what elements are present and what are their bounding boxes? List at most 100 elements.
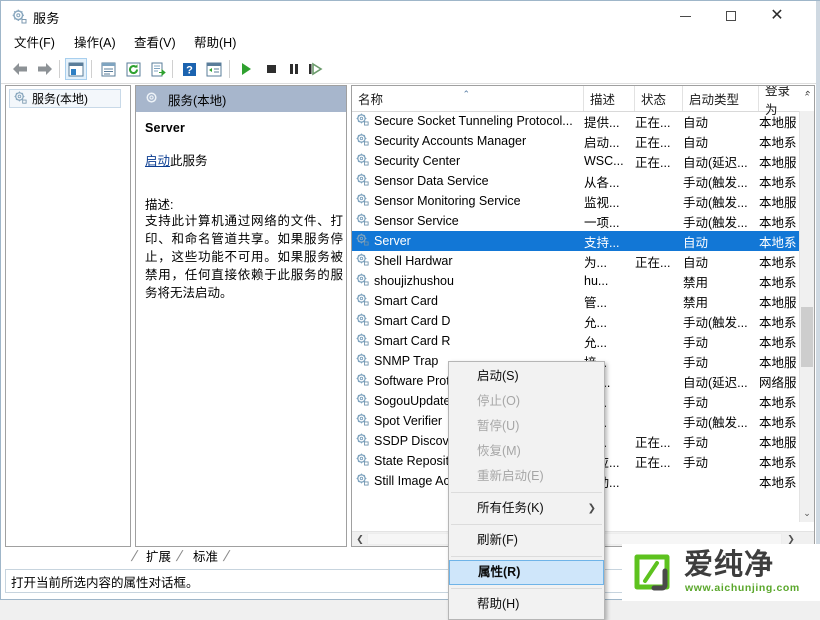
column-description[interactable]: 描述 [584,86,635,111]
services-gear-icon [356,173,369,189]
cell-service-name: Smart Card R [356,331,580,351]
table-row-selected[interactable]: Server 支持... 自动 本地系 [352,231,800,251]
ctx-pause: 暂停(U) [449,414,604,439]
table-row[interactable]: Sensor Monitoring Service 监视... 手动(触发... 本地… [352,191,800,211]
ctx-start-label: 启动(S) [477,369,519,383]
table-row[interactable]: Security Accounts Manager 启动... 正在... 自动 本地系 [352,131,800,151]
log-on-as-label: 本地系 [759,275,797,290]
table-row[interactable]: shoujizhushou hu... 禁用 本地系 [352,271,800,291]
pause-service-icon[interactable] [282,58,304,80]
service-detail-pane: 服务(本地) Server 启动此服务 描述: 支持此计算机通过网络的文件、打印… [135,85,347,547]
help-icon[interactable]: ? [178,58,200,80]
aichunjing-logo-icon [631,551,673,593]
startup-type-label: 禁用 [683,275,709,290]
cell-description: 监视... [584,191,632,211]
services-gear-icon [356,253,369,269]
context-menu: 启动(S) 停止(O) 暂停(U) 恢复(M) 重新启动(E) 所有任务(K) ❯ 刷新(F)… [448,361,605,620]
service-name-label: shoujizhushou [374,274,454,288]
services-gear-icon [14,91,27,107]
cell-startup-type [683,471,757,491]
startup-type-label: 手动 [683,455,709,470]
refresh-icon[interactable] [122,58,144,80]
scrollbar-up-arrow-icon[interactable]: ⌃ [800,90,814,105]
start-service-link[interactable]: 启动此服务 [145,150,208,169]
menu-help[interactable]: 帮助(H) [189,35,241,52]
maximize-button[interactable] [708,1,754,31]
log-on-as-label: 本地服 [759,355,797,370]
show-hide-console-tree-icon[interactable] [65,58,87,80]
ctx-properties[interactable]: 属性(R) [449,560,604,585]
restart-service-icon[interactable] [304,58,326,80]
table-row[interactable]: Shell Hardwar 为... 正在... 自动 本地系 [352,251,800,271]
cell-startup-type: 手动 [683,351,757,371]
tab-extended[interactable]: 扩展 [139,548,178,566]
services-gear-icon [12,9,27,24]
column-startup-type[interactable]: 启动类型 [683,86,759,111]
log-on-as-label: 本地系 [759,335,797,350]
cell-startup-type: 手动 [683,331,757,351]
ctx-properties-label: 属性(R) [478,565,521,579]
services-gear-icon [356,213,369,229]
menu-file[interactable]: 文件(F) [9,35,60,52]
start-service-link-suffix: 此服务 [170,154,208,168]
log-on-as-label: 本地系 [759,395,797,410]
service-name-label: SSDP Discove [374,434,456,448]
window-edge-strip [816,1,820,601]
cell-startup-type: 手动 [683,391,757,411]
column-status[interactable]: 状态 [635,86,683,111]
ctx-start[interactable]: 启动(S) [449,364,604,389]
table-row[interactable]: Security Center WSC... 正在... 自动(延迟... 本地服 [352,151,800,171]
cell-startup-type: 手动(触发... [683,411,757,431]
forward-icon[interactable] [34,58,56,80]
tab-standard[interactable]: 标准 [186,548,225,566]
show-hide-action-pane-icon[interactable] [203,58,225,80]
ctx-resume: 恢复(M) [449,439,604,464]
startup-type-label: 禁用 [683,295,709,310]
column-log-on-as[interactable]: 登录为 [759,86,800,117]
column-name[interactable]: 名称 ⌃ [352,86,584,111]
ctx-all-tasks[interactable]: 所有任务(K) ❯ [449,496,604,521]
ctx-refresh[interactable]: 刷新(F) [449,528,604,553]
service-name-label: SogouUpdate [374,394,451,408]
menu-view[interactable]: 查看(V) [129,35,181,52]
cell-status: 正在... [635,131,679,151]
close-button[interactable]: ✕ [754,1,800,31]
cell-status [635,351,679,371]
watermark-brand: 爱纯净 [684,549,775,581]
table-row[interactable]: Smart Card R 允... 手动 本地系 [352,331,800,351]
table-row[interactable]: Sensor Data Service 从各... 手动(触发... 本地系 [352,171,800,191]
stop-service-icon[interactable] [260,58,282,80]
services-gear-icon [356,273,369,289]
services-gear-icon [356,293,369,309]
start-service-link-anchor[interactable]: 启动 [145,154,170,168]
ctx-help[interactable]: 帮助(H) [449,592,604,617]
cell-status [635,411,679,431]
table-row[interactable]: Secure Socket Tunneling Protocol... 提供...… [352,111,800,131]
table-row[interactable]: Smart Card 管... 禁用 本地服 [352,291,800,311]
services-gear-icon [356,353,369,369]
menu-action[interactable]: 操作(A) [69,35,121,52]
context-menu-separator [451,556,602,557]
properties-icon[interactable] [97,58,119,80]
services-gear-icon [145,91,159,108]
column-description-label: 描述 [590,93,616,107]
table-row[interactable]: Sensor Service 一项... 手动(触发... 本地系 [352,211,800,231]
sidebar-item-services-local[interactable]: 服务(本地) [9,89,121,108]
back-icon[interactable] [9,58,31,80]
vertical-scrollbar-thumb[interactable] [801,307,813,367]
start-service-icon[interactable] [235,58,257,80]
service-name-label: Sensor Service [374,214,459,228]
cell-status: 正在... [635,111,679,131]
export-list-icon[interactable] [147,58,169,80]
minimize-button[interactable] [662,1,708,31]
detail-pane-header: 服务(本地) [136,86,346,112]
ctx-all-tasks-label: 所有任务(K) [477,501,544,515]
startup-type-label: 手动(触发... [683,215,748,230]
vertical-scrollbar[interactable]: ⌃ ⌄ [799,92,814,522]
table-row[interactable]: Smart Card D 允... 手动(触发... 本地系 [352,311,800,331]
description-label: 允... [584,335,607,350]
scrollbar-left-arrow-icon[interactable]: ❮ [353,532,367,546]
scrollbar-down-arrow-icon[interactable]: ⌄ [800,506,814,521]
services-gear-icon [356,313,369,329]
cell-status [635,211,679,231]
